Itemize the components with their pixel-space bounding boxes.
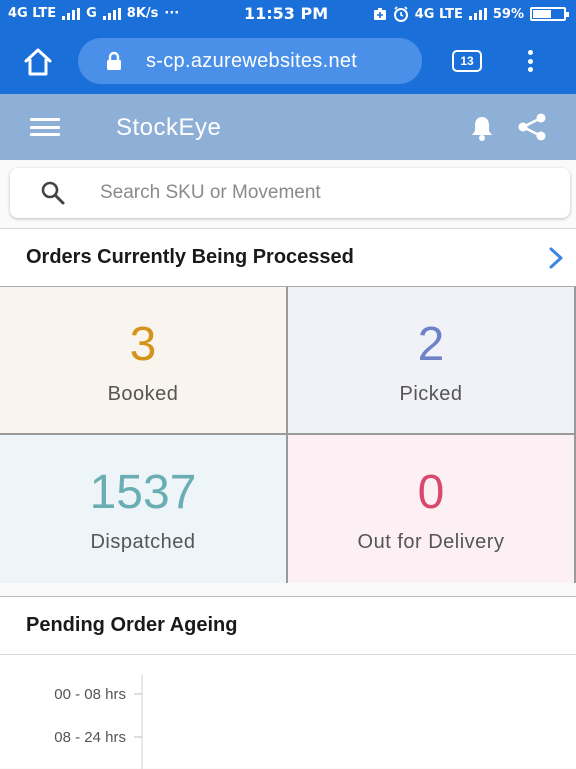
bell-icon[interactable] [468, 114, 496, 142]
signal-right-icon [468, 8, 487, 20]
orders-section-title: Orders Currently Being Processed [26, 246, 354, 268]
battery-icon [530, 7, 569, 21]
status-right: 4G LTE 59% [373, 6, 569, 22]
y-tick-label: 00 - 08 hrs [54, 686, 126, 703]
tile-dispatched[interactable]: 1537 Dispatched [0, 435, 288, 583]
picked-label: Picked [399, 383, 463, 405]
share-icon[interactable] [516, 112, 548, 142]
app-title: StockEye [116, 114, 222, 141]
ageing-chart: 00 - 08 hrs 08 - 24 hrs [0, 654, 576, 769]
tab-switcher-button[interactable]: 13 [452, 50, 482, 72]
booked-count: 3 [129, 318, 157, 371]
order-status-grid: 3 Booked 2 Picked 1537 Dispatched 0 Out … [0, 286, 576, 583]
network-label: 4G LTE [8, 6, 57, 21]
address-bar[interactable]: s-cp.azurewebsites.net [78, 38, 422, 84]
dispatched-count: 1537 [89, 466, 197, 519]
out-for-delivery-count: 0 [417, 466, 445, 519]
alarm-icon [393, 6, 408, 22]
tile-out-for-delivery[interactable]: 0 Out for Delivery [288, 435, 576, 583]
speed-label: 8K/s [126, 6, 159, 21]
battery-fill [533, 10, 551, 18]
network-g-label: G [86, 6, 97, 21]
search-input[interactable] [100, 182, 520, 204]
more-dots: ··· [164, 6, 180, 21]
app-bar: StockEye [0, 94, 576, 160]
picked-count: 2 [417, 318, 445, 371]
booked-label: Booked [107, 383, 179, 405]
dispatched-label: Dispatched [90, 531, 196, 553]
home-icon[interactable] [22, 46, 54, 78]
out-for-delivery-label: Out for Delivery [357, 531, 505, 553]
browser-menu-icon[interactable] [522, 48, 538, 74]
clock: 11:53 PM [244, 4, 329, 23]
search-box [10, 168, 570, 218]
network-right-label: 4G LTE [414, 6, 463, 22]
signal-g-icon [102, 7, 121, 20]
notification-icon [373, 8, 386, 20]
signal-icon [62, 7, 81, 20]
ageing-chart-svg: 00 - 08 hrs 08 - 24 hrs [54, 675, 143, 769]
ageing-section-title: Pending Order Ageing [26, 614, 238, 636]
status-left: 4G LTE G 8K/s ··· [8, 6, 179, 21]
chevron-right-icon[interactable] [546, 245, 566, 271]
browser-toolbar: s-cp.azurewebsites.net 13 [0, 30, 576, 94]
tab-count: 13 [460, 54, 474, 68]
orders-section-header[interactable]: Orders Currently Being Processed [0, 228, 576, 286]
tile-picked[interactable]: 2 Picked [288, 287, 576, 435]
tile-booked[interactable]: 3 Booked [0, 287, 288, 435]
status-bar: 4G LTE G 8K/s ··· 11:53 PM 4G LTE 59% [0, 0, 576, 30]
menu-icon[interactable] [30, 118, 60, 136]
url-text: s-cp.azurewebsites.net [146, 49, 358, 72]
search-icon[interactable] [40, 180, 66, 206]
battery-label: 59% [492, 6, 524, 22]
ageing-section-header: Pending Order Ageing [0, 596, 576, 654]
lock-icon [107, 51, 121, 70]
y-tick-label: 08 - 24 hrs [54, 729, 126, 746]
